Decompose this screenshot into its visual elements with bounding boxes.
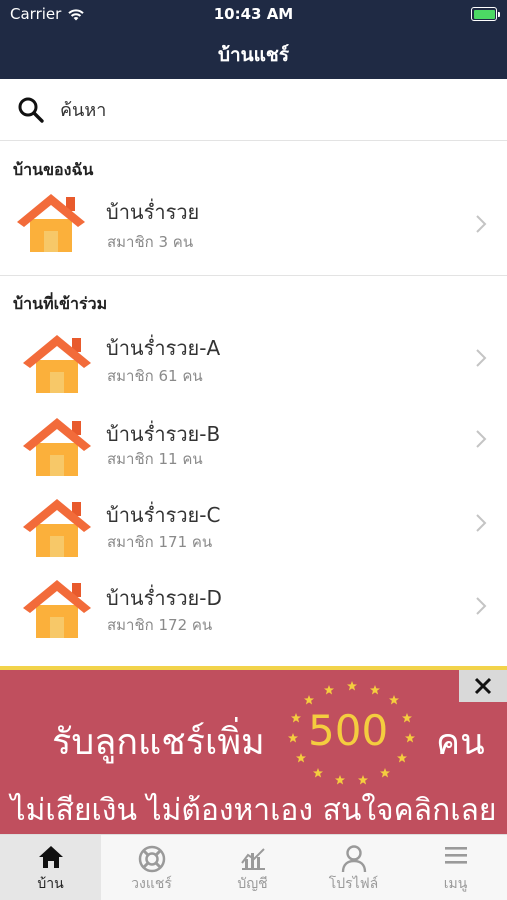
tab-share-circle[interactable]: วงแชร์ [101,835,202,900]
menu-icon [444,847,467,864]
house-icon [23,499,91,557]
chevron-right-icon [476,514,487,532]
banner-headline: รับลูกแชร์เพิ่ม [52,722,265,763]
search-bar [0,79,507,141]
tab-menu[interactable]: เมนู [404,835,507,900]
chevron-right-icon [476,349,487,367]
person-icon [341,845,366,873]
search-input[interactable] [60,93,480,127]
page-title: บ้านแชร์ [217,44,290,66]
tab-label: เมนู [443,876,468,892]
list-item[interactable]: บ้านร่ำรวย-B สมาชิก 11 คน [0,403,507,483]
chevron-right-icon [476,215,487,233]
tab-bar: บ้าน วงแชร์ บัญชี โปรไฟล์ เมนู [0,834,507,900]
tab-label: วงแชร์ [131,876,172,892]
tab-account[interactable]: บัญชี [202,835,303,900]
section-header-my-house: บ้านของฉัน [13,160,94,179]
banner-subline: ไม่เสียเงิน ไม่ต้องหาเอง สนใจคลิกเลย [10,793,497,828]
list-item[interactable]: บ้านร่ำรวย-A สมาชิก 61 คน [0,320,507,400]
list-item[interactable]: บ้านร่ำรวย-D สมาชิก 172 คน [0,569,507,649]
tab-label: บัญชี [237,876,268,892]
tab-label: บ้าน [37,876,64,892]
tab-label: โปรไฟล์ [328,876,379,892]
member-count: สมาชิก 61 คน [107,367,203,385]
tab-profile[interactable]: โปรไฟล์ [303,835,404,900]
banner-close-button[interactable] [459,670,507,702]
house-name: บ้านร่ำรวย [106,200,200,224]
chart-icon [240,848,265,870]
tab-home[interactable]: บ้าน [0,835,101,900]
close-icon [474,677,492,695]
section-header-joined: บ้านที่เข้าร่วม [13,294,108,313]
house-icon [23,335,91,393]
house-name: บ้านร่ำรวย-A [106,336,221,360]
member-count: สมาชิก 11 คน [107,450,203,468]
navigation-bar: บ้านแชร์ [0,30,507,79]
banner-headline-unit: คน [436,722,485,763]
house-name: บ้านร่ำรวย-B [106,422,221,446]
home-icon [38,846,63,868]
house-icon [23,580,91,638]
member-count: สมาชิก 171 คน [107,533,213,551]
list-item[interactable]: บ้านร่ำรวย สมาชิก 3 คน [0,184,507,264]
search-icon [18,97,44,123]
member-count: สมาชิก 3 คน [107,233,194,251]
house-name: บ้านร่ำรวย-D [106,586,222,610]
chevron-right-icon [476,430,487,448]
promo-banner[interactable]: รับลูกแชร์เพิ่ม 500 คน ไม่เสียเงิน ไม่ต้… [0,666,507,834]
lifebuoy-icon [138,845,165,873]
list-item[interactable]: บ้านร่ำรวย-C สมาชิก 171 คน [0,486,507,566]
member-count: สมาชิก 172 คน [107,616,213,634]
section-divider [0,275,507,276]
battery-icon [471,7,500,21]
chevron-right-icon [476,597,487,615]
house-name: บ้านร่ำรวย-C [106,503,221,527]
status-bar: Carrier 10:43 AM [0,0,507,30]
house-icon [23,418,91,476]
status-time: 10:43 AM [213,5,294,23]
banner-highlight-number: 500 [308,706,389,755]
house-icon [17,194,85,252]
